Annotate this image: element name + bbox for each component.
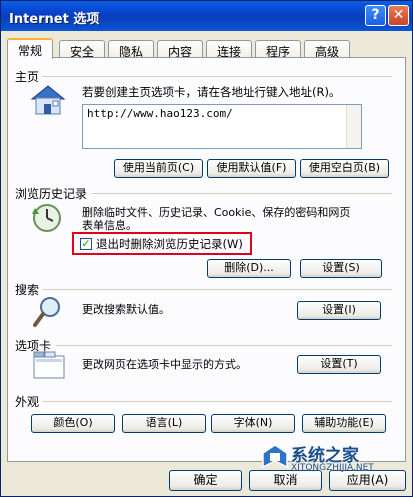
tab-advanced[interactable]: 高级	[304, 40, 350, 59]
tab-strip: 常规 安全 隐私 内容 连接 程序 高级	[7, 38, 407, 59]
search-description: 更改搜索默认值。	[82, 303, 170, 316]
watermark-logo-icon	[262, 444, 288, 469]
title-bar[interactable]: Internet 选项 ? ✕	[1, 1, 412, 31]
history-clock-icon	[32, 204, 61, 232]
history-settings-button[interactable]: 设置(S)	[300, 259, 382, 278]
tabs-divider	[56, 345, 392, 346]
history-description-line2: 表单信息。	[82, 219, 137, 232]
delete-on-exit-label[interactable]: 退出时删除浏览历史记录(W)	[96, 238, 243, 251]
appearance-divider	[42, 401, 392, 402]
watermark-url: XITONGZHIJIA.NET	[291, 463, 374, 473]
delete-history-button[interactable]: 删除(D)...	[207, 259, 291, 278]
tab-connections[interactable]: 连接	[206, 40, 252, 59]
appearance-group-label: 外观	[15, 395, 40, 409]
window-title: Internet 选项	[9, 12, 100, 27]
internet-options-dialog: Internet 选项 ? ✕ 常规 安全 隐私 内容 连接 程序 高级 主页 …	[0, 0, 413, 497]
tab-privacy[interactable]: 隐私	[108, 40, 154, 59]
homepage-url-field[interactable]: http://www.hao123.com/	[82, 104, 362, 149]
homepage-description: 若要创建主页选项卡，请在各地址行键入地址(R)。	[82, 85, 341, 99]
homepage-url-value: http://www.hao123.com/	[87, 107, 233, 120]
house-icon	[30, 85, 66, 115]
tab-programs[interactable]: 程序	[255, 40, 301, 59]
homepage-scrollbar[interactable]	[346, 105, 361, 148]
tabbed-window-icon	[33, 351, 65, 379]
help-button[interactable]: ?	[365, 5, 386, 26]
ok-button[interactable]: 确定	[169, 470, 242, 491]
languages-button[interactable]: 语言(L)	[122, 414, 206, 433]
search-divider	[42, 289, 392, 290]
tabs-description: 更改网页在选项卡中显示的方式。	[82, 358, 247, 371]
colors-button[interactable]: 颜色(O)	[31, 414, 115, 433]
fonts-button[interactable]: 字体(N)	[211, 414, 295, 433]
general-tab-panel: 主页 若要创建主页选项卡，请在各地址行键入地址(R)。 http://www.h…	[7, 57, 406, 462]
close-button[interactable]: ✕	[388, 5, 409, 26]
tabs-settings-button[interactable]: 设置(T)	[297, 355, 381, 374]
magnifier-icon	[33, 297, 60, 327]
search-settings-button[interactable]: 设置(I)	[297, 301, 381, 320]
use-current-button[interactable]: 使用当前页(C)	[114, 159, 203, 178]
accessibility-button[interactable]: 辅助功能(E)	[302, 414, 386, 433]
homepage-divider	[42, 76, 392, 77]
use-default-button[interactable]: 使用默认值(F)	[207, 159, 296, 178]
tab-general[interactable]: 常规	[7, 38, 53, 59]
use-blank-button[interactable]: 使用空白页(B)	[300, 159, 389, 178]
tab-security[interactable]: 安全	[59, 40, 105, 59]
site-watermark: 系统之家 XITONGZHIJIA.NET	[261, 439, 411, 494]
history-divider	[92, 193, 392, 194]
tab-content[interactable]: 内容	[157, 40, 203, 59]
history-description-line1: 删除临时文件、历史记录、Cookie、保存的密码和网页	[82, 206, 351, 219]
delete-on-exit-checkbox[interactable]: ✓	[80, 238, 92, 250]
